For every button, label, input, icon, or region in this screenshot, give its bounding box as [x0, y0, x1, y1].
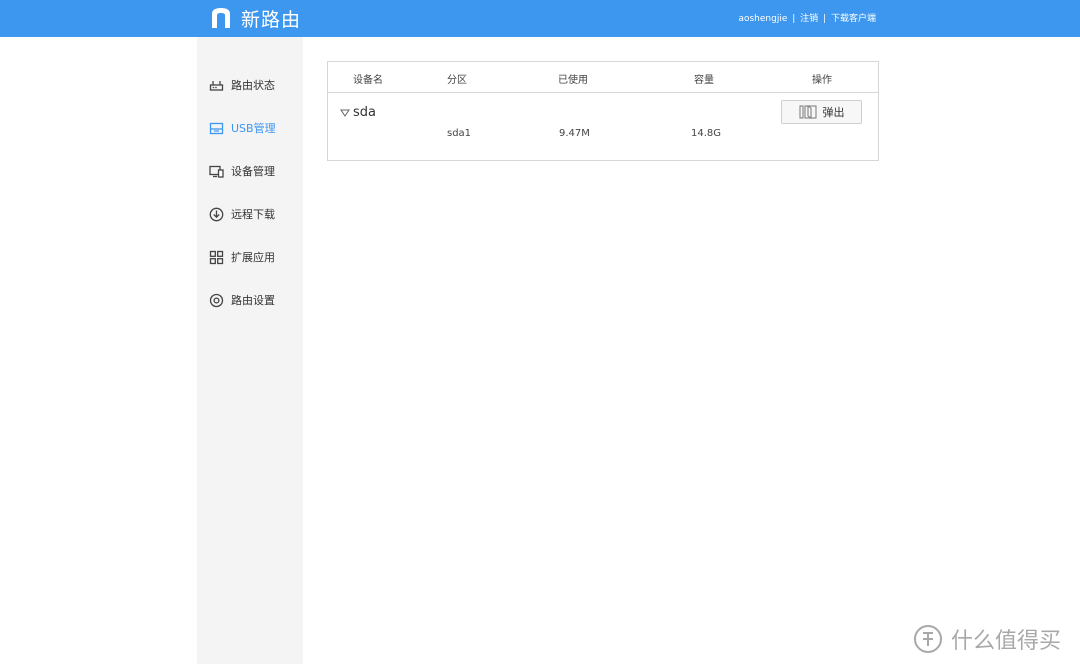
- usb-device-table: 设备名 分区 已使用 容量 操作 sda 弹出 sda1 9.47M 14.8G: [327, 61, 879, 161]
- sidebar-item-label: 设备管理: [231, 165, 275, 178]
- partition-name: sda1: [447, 128, 472, 139]
- sidebar-item-router-status[interactable]: 路由状态: [209, 75, 275, 95]
- column-header-action: 操作: [812, 75, 832, 86]
- column-header-used: 已使用: [558, 75, 588, 86]
- newifi-logo-icon: [212, 8, 230, 28]
- download-client-link[interactable]: 下载客户端: [831, 14, 876, 24]
- apps-grid-icon: [209, 250, 224, 264]
- router-icon: [209, 80, 224, 91]
- sidebar-item-remote-download[interactable]: 远程下载: [209, 204, 275, 224]
- sidebar-nav: 路由状态 USB管理 设备管理 远程下载 扩展应用 路由设置: [197, 37, 303, 664]
- watermark-logo-icon: [914, 625, 942, 653]
- brand-logo[interactable]: 新路由: [209, 4, 301, 32]
- username-link[interactable]: aoshengjie: [738, 14, 787, 24]
- device-name: sda: [353, 105, 376, 120]
- sidebar-item-label: 路由设置: [231, 294, 275, 307]
- sidebar-item-label: 扩展应用: [231, 251, 275, 264]
- sidebar-item-label: USB管理: [231, 122, 276, 135]
- logout-link[interactable]: 注销: [800, 14, 818, 24]
- partition-used: 9.47M: [559, 128, 590, 139]
- sidebar-item-label: 远程下载: [231, 208, 275, 221]
- expand-caret-icon[interactable]: [340, 109, 350, 117]
- eject-icon: [799, 105, 816, 119]
- eject-button[interactable]: 弹出: [781, 100, 862, 124]
- download-icon: [209, 207, 224, 221]
- settings-gear-icon: [209, 293, 224, 307]
- eject-button-label: 弹出: [822, 106, 845, 119]
- separator: |: [792, 14, 796, 24]
- sidebar-item-label: 路由状态: [231, 79, 275, 92]
- sidebar-item-usb[interactable]: USB管理: [209, 118, 276, 138]
- devices-icon: [209, 165, 224, 178]
- brand-name: 新路由: [241, 8, 302, 31]
- separator: |: [823, 14, 827, 24]
- column-header-partition: 分区: [447, 75, 467, 86]
- sidebar-item-devices[interactable]: 设备管理: [209, 161, 275, 181]
- user-links: aoshengjie | 注销 | 下载客户端: [738, 11, 876, 24]
- column-header-device-name: 设备名: [353, 75, 383, 86]
- column-header-capacity: 容量: [694, 75, 714, 86]
- partition-capacity: 14.8G: [691, 128, 722, 139]
- sidebar-item-router-settings[interactable]: 路由设置: [209, 290, 275, 310]
- watermark-text: 什么值得买: [951, 629, 1062, 654]
- sidebar-item-extensions[interactable]: 扩展应用: [209, 247, 275, 267]
- usb-icon: [209, 122, 224, 134]
- watermark: 什么值得买: [913, 623, 1061, 655]
- top-header: 新路由 aoshengjie | 注销 | 下载客户端: [0, 0, 1080, 37]
- table-header: 设备名 分区 已使用 容量 操作: [328, 62, 878, 93]
